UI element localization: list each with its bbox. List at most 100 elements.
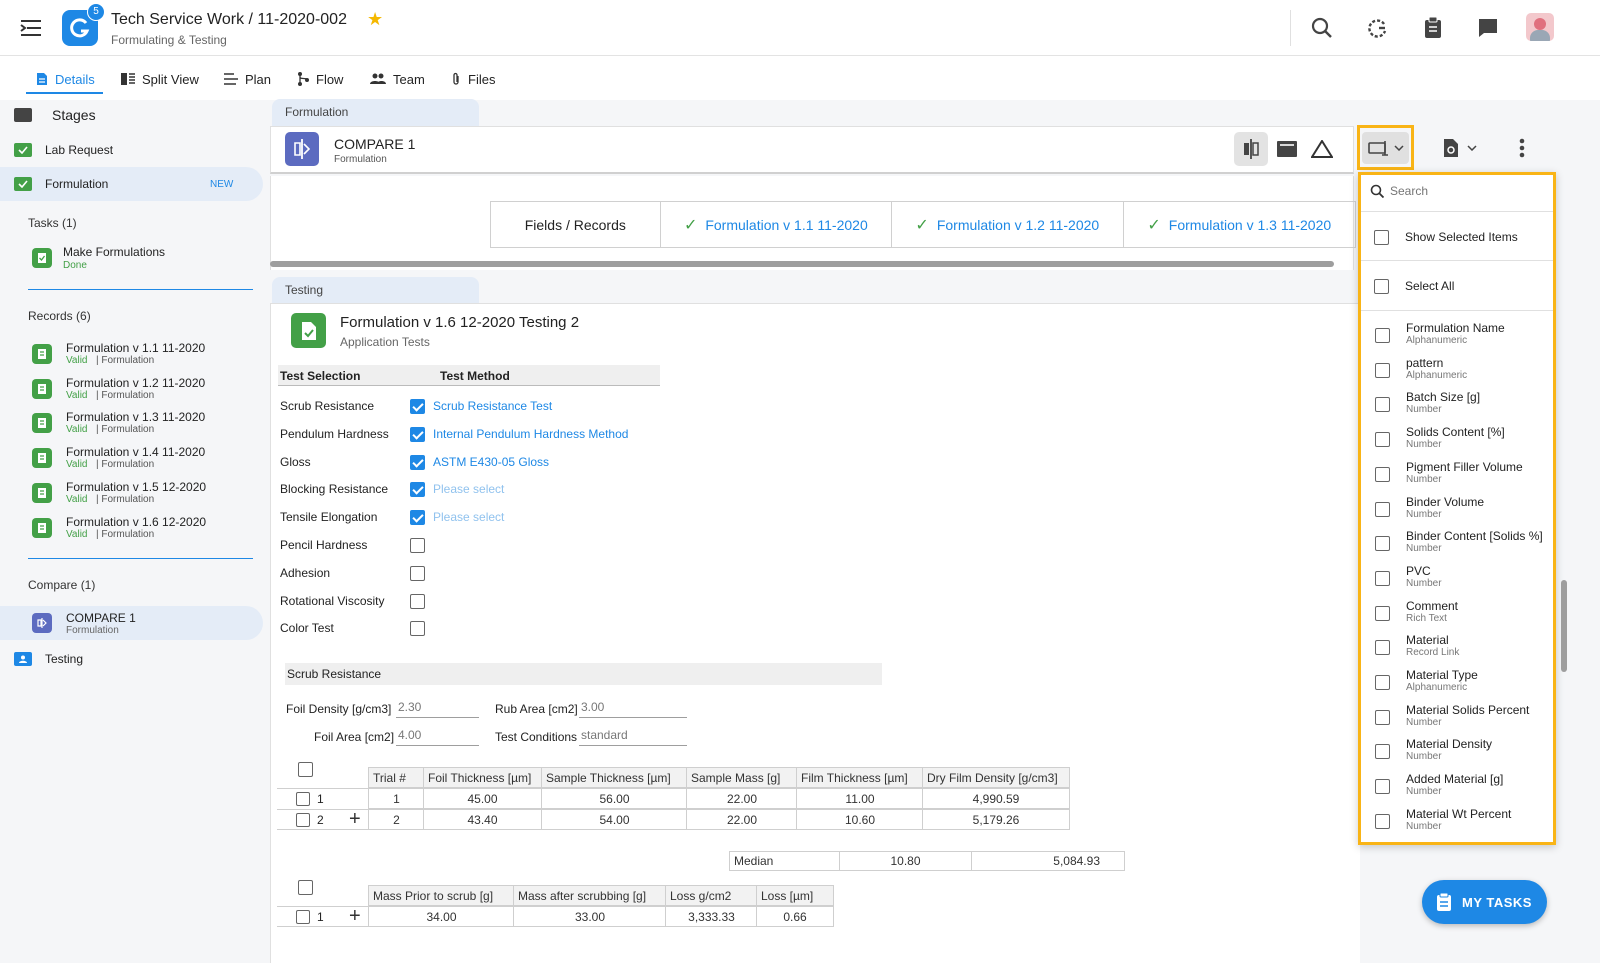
- checkbox[interactable]: [1375, 744, 1390, 760]
- trial-cell[interactable]: 43.40: [423, 809, 542, 830]
- stage-lab-request[interactable]: Lab Request: [0, 138, 268, 162]
- tab-files[interactable]: Files: [451, 68, 495, 90]
- my-tasks-button[interactable]: MY TASKS: [1422, 880, 1547, 924]
- column-option[interactable]: Material Solids Percent Number: [1362, 703, 1552, 737]
- stage-testing[interactable]: Testing: [0, 647, 268, 671]
- checkbox[interactable]: [1375, 397, 1390, 413]
- testing-section-tab[interactable]: Testing: [272, 277, 479, 304]
- trial-cell[interactable]: 2: [368, 809, 425, 830]
- column-option[interactable]: pattern Alphanumeric: [1362, 356, 1552, 390]
- favorite-star-icon[interactable]: ★: [367, 9, 383, 30]
- test-checkbox[interactable]: [410, 510, 425, 526]
- column-option[interactable]: Comment Rich Text: [1362, 599, 1552, 633]
- refresh-icon[interactable]: [1363, 14, 1391, 42]
- triangle-icon[interactable]: [1305, 132, 1339, 166]
- row-checkbox[interactable]: [296, 813, 310, 827]
- trial-cell[interactable]: 5,179.26: [922, 809, 1070, 830]
- test-method-link[interactable]: ASTM E430-05 Gloss: [433, 455, 549, 469]
- select-all-checkbox[interactable]: [298, 880, 313, 895]
- column-option[interactable]: PVC Number: [1362, 564, 1552, 598]
- add-row-icon[interactable]: +: [349, 808, 361, 831]
- tab-flow[interactable]: Flow: [297, 68, 343, 90]
- foil-density-input[interactable]: 2.30: [396, 700, 479, 718]
- record-column-header[interactable]: ✓ Formulation v 1.2 11-2020: [892, 202, 1124, 247]
- column-option[interactable]: Formulation Name Alphanumeric: [1362, 321, 1552, 355]
- test-method-placeholder[interactable]: Please select: [433, 510, 504, 524]
- test-checkbox[interactable]: [410, 621, 425, 637]
- show-selected-option[interactable]: Show Selected Items: [1361, 226, 1551, 248]
- tab-details[interactable]: Details: [36, 68, 95, 90]
- test-checkbox[interactable]: [410, 593, 425, 609]
- trial-cell[interactable]: 45.00: [423, 788, 542, 809]
- trial-cell[interactable]: 56.00: [541, 788, 688, 809]
- trial-cell[interactable]: 22.00: [686, 809, 798, 830]
- test-method-link[interactable]: Scrub Resistance Test: [433, 399, 552, 413]
- foil-area-input[interactable]: 4.00: [396, 728, 479, 746]
- checkbox[interactable]: [1375, 640, 1390, 656]
- test-method-link[interactable]: Internal Pendulum Hardness Method: [433, 427, 628, 441]
- checkbox[interactable]: [1375, 605, 1390, 621]
- record-item[interactable]: Formulation v 1.2 11-2020 Valid | Formulat…: [28, 374, 258, 404]
- test-checkbox[interactable]: [410, 482, 425, 498]
- column-option[interactable]: Material Type Alphanumeric: [1362, 668, 1552, 702]
- user-avatar[interactable]: [1526, 13, 1554, 41]
- checkbox[interactable]: [1375, 328, 1390, 343]
- trial-cell[interactable]: 1: [368, 788, 425, 809]
- checkbox[interactable]: [1375, 813, 1390, 829]
- test-checkbox[interactable]: [410, 426, 425, 442]
- checkbox[interactable]: [1375, 432, 1390, 448]
- dropdown-search-input[interactable]: [1390, 182, 1550, 200]
- trial-cell[interactable]: 54.00: [541, 809, 688, 830]
- trial-cell[interactable]: 4,990.59: [922, 788, 1070, 809]
- column-option[interactable]: Solids Content [%] Number: [1362, 425, 1552, 459]
- checkbox[interactable]: [1374, 278, 1389, 294]
- card-view-button[interactable]: [1270, 132, 1304, 166]
- checkbox[interactable]: [1375, 466, 1390, 482]
- mass-cell[interactable]: 0.66: [756, 906, 834, 927]
- record-item[interactable]: Formulation v 1.1 11-2020 Valid | Formulat…: [28, 339, 258, 369]
- horizontal-scrollbar[interactable]: [270, 261, 1334, 267]
- stage-formulation[interactable]: Formulation NEW: [0, 167, 263, 201]
- rub-area-input[interactable]: 3.00: [579, 700, 687, 718]
- checkbox[interactable]: [1375, 709, 1390, 725]
- record-item[interactable]: Formulation v 1.5 12-2020 Valid | Formulat…: [28, 478, 258, 508]
- add-row-icon[interactable]: +: [349, 905, 361, 928]
- task-item[interactable]: Make Formulations Done: [28, 244, 258, 274]
- record-item[interactable]: Formulation v 1.4 11-2020 Valid | Formulat…: [28, 443, 258, 473]
- record-column-header[interactable]: ✓ Formulation v 1.1 11-2020: [661, 202, 893, 247]
- checkbox[interactable]: [1375, 779, 1390, 795]
- checkbox[interactable]: [1375, 501, 1390, 517]
- checkbox[interactable]: [1375, 675, 1390, 690]
- compare-item[interactable]: COMPARE 1 Formulation: [0, 606, 263, 640]
- column-option[interactable]: Material Wt Percent Number: [1362, 807, 1552, 841]
- formulation-section-tab[interactable]: Formulation: [272, 99, 479, 126]
- test-checkbox[interactable]: [410, 538, 425, 553]
- clipboard-icon[interactable]: [1419, 14, 1447, 42]
- mass-cell[interactable]: 33.00: [513, 906, 667, 927]
- trial-cell[interactable]: 11.00: [796, 788, 924, 809]
- trial-cell[interactable]: 10.60: [796, 809, 924, 830]
- checkbox[interactable]: [1374, 229, 1389, 245]
- record-item[interactable]: Formulation v 1.6 12-2020 Valid | Formulat…: [28, 513, 258, 543]
- menu-collapse-icon[interactable]: [18, 17, 44, 39]
- test-checkbox[interactable]: [410, 454, 425, 470]
- column-select-button[interactable]: [1357, 125, 1414, 170]
- column-option[interactable]: Batch Size [g] Number: [1362, 390, 1552, 424]
- test-conditions-input[interactable]: standard: [579, 728, 687, 746]
- column-option[interactable]: Added Material [g] Number: [1362, 772, 1552, 806]
- trial-cell[interactable]: 22.00: [686, 788, 798, 809]
- test-checkbox[interactable]: [410, 399, 425, 414]
- checkbox[interactable]: [1375, 362, 1390, 378]
- more-vertical-icon[interactable]: [1510, 135, 1534, 161]
- record-column-header[interactable]: ✓ Formulation v 1.3 11-2020: [1124, 202, 1355, 247]
- mass-cell[interactable]: 3,333.33: [665, 906, 758, 927]
- column-option[interactable]: Pigment Filler Volume Number: [1362, 460, 1552, 494]
- chat-icon[interactable]: [1474, 14, 1502, 42]
- mass-cell[interactable]: 34.00: [368, 906, 515, 927]
- select-all-option[interactable]: Select All: [1361, 275, 1551, 297]
- column-option[interactable]: Binder Volume Number: [1362, 495, 1552, 529]
- tab-split-view[interactable]: Split View: [121, 68, 199, 90]
- column-option[interactable]: Material Record Link: [1362, 633, 1552, 667]
- checkbox[interactable]: [1375, 570, 1390, 586]
- record-item[interactable]: Formulation v 1.3 11-2020 Valid | Formulat…: [28, 408, 258, 438]
